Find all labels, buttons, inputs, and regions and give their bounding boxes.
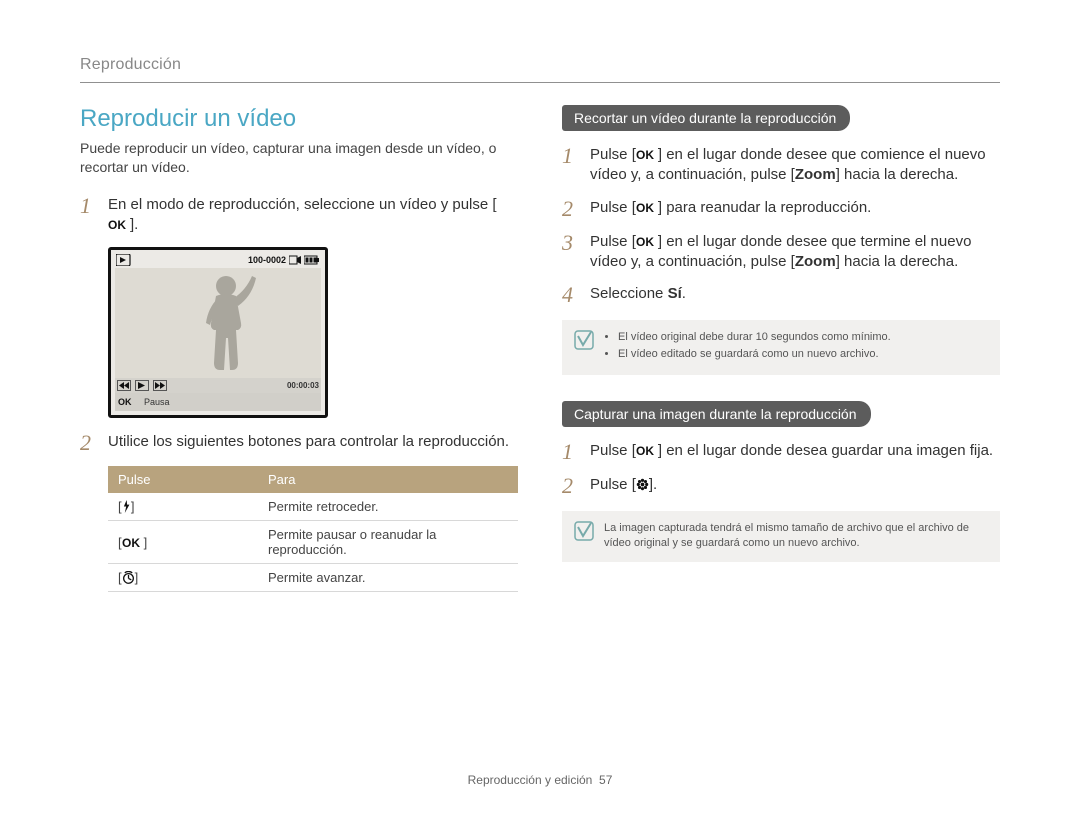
step-number: 2 <box>562 198 580 220</box>
video-icon <box>289 255 301 265</box>
step-text: ] hacia la derecha. <box>836 166 959 183</box>
page: Reproducción Reproducir un vídeo Puede r… <box>0 0 1080 815</box>
zoom-label: Zoom <box>795 166 836 183</box>
step-body: En el modo de reproducción, seleccione u… <box>108 195 518 236</box>
capture-note-box: La imagen capturada tendrá el mismo tama… <box>562 511 1000 562</box>
trim-step-2: 2 Pulse [ ] para reanudar la reproducción… <box>562 198 1000 220</box>
step-number: 1 <box>562 145 580 186</box>
controls-table: Pulse Para [] Permite retroceder. [] Per… <box>108 466 518 592</box>
step-text: . <box>682 285 686 302</box>
left-step-2: 2 Utilice los siguientes botones para co… <box>80 432 518 454</box>
rewind-icon <box>117 380 131 391</box>
step-text: Pulse [ <box>590 476 636 493</box>
zoom-label: Zoom <box>795 253 836 270</box>
step-text: Pulse [ <box>590 233 636 250</box>
macro-flower-icon <box>636 478 649 491</box>
ok-icon <box>636 201 658 215</box>
capture-step-2: 2 Pulse []. <box>562 475 1000 497</box>
subsection-heading-capture: Capturar una imagen durante la reproducc… <box>562 401 871 427</box>
step-number: 1 <box>562 441 580 463</box>
step-body: Pulse []. <box>590 475 1000 497</box>
note-icon <box>574 330 594 350</box>
battery-icon <box>304 255 320 265</box>
step-text: Pulse [ <box>590 146 636 163</box>
two-columns: Reproducir un vídeo Puede reproducir un … <box>80 105 1000 592</box>
intro-text: Puede reproducir un vídeo, capturar una … <box>80 139 518 177</box>
header-rule <box>80 82 1000 83</box>
step-body: Pulse [ ] para reanudar la reproducción. <box>590 198 1000 220</box>
step-number: 1 <box>80 195 98 236</box>
trim-step-4: 4 Seleccione Sí. <box>562 284 1000 306</box>
table-header: Pulse <box>108 466 258 493</box>
forward-icon <box>153 380 167 391</box>
file-counter: 100-0002 <box>248 255 286 265</box>
capture-step-1: 1 Pulse [ ] en el lugar donde desea guard… <box>562 441 1000 463</box>
ok-icon <box>122 536 144 550</box>
table-header: Para <box>258 466 518 493</box>
step-number: 2 <box>562 475 580 497</box>
pause-label: Pausa <box>144 397 170 407</box>
person-silhouette-icon <box>186 268 266 378</box>
right-column: Recortar un vídeo durante la reproducció… <box>562 105 1000 592</box>
table-row: [] Permite pausar o reanudar la reproduc… <box>108 521 518 564</box>
desc-cell: Permite retroceder. <box>258 493 518 521</box>
yes-label: Sí <box>668 285 682 302</box>
step-number: 3 <box>562 232 580 273</box>
footer-section: Reproducción y edición <box>468 773 593 787</box>
flash-icon <box>122 500 131 513</box>
desc-cell: Permite pausar o reanudar la reproducció… <box>258 521 518 564</box>
step-text: ]. <box>130 216 138 233</box>
left-step-1: 1 En el modo de reproducción, seleccione… <box>80 195 518 236</box>
note-text: La imagen capturada tendrá el mismo tama… <box>604 521 988 552</box>
step-body: Pulse [ ] en el lugar donde desea guardar… <box>590 441 1000 463</box>
video-preview: 100-0002 <box>108 247 328 418</box>
step-text: Pulse [ <box>590 442 636 459</box>
note-item: El vídeo editado se guardará como un nue… <box>618 347 891 362</box>
step-text: ] para reanudar la reproducción. <box>658 199 871 216</box>
step-text: ] hacia la derecha. <box>836 253 959 270</box>
step-number: 4 <box>562 284 580 306</box>
note-icon <box>574 521 594 541</box>
trim-step-1: 1 Pulse [] en el lugar donde desee que c… <box>562 145 1000 186</box>
timer-icon <box>122 571 135 584</box>
left-column: Reproducir un vídeo Puede reproducir un … <box>80 105 518 592</box>
preview-image <box>115 268 321 378</box>
step-text: Seleccione <box>590 285 668 302</box>
ok-icon <box>108 218 130 232</box>
step-body: Seleccione Sí. <box>590 284 1000 306</box>
button-cell: [] <box>108 521 258 564</box>
play-mode-icon <box>116 254 144 266</box>
step-body: Utilice los siguientes botones para cont… <box>108 432 518 454</box>
table-row: [] Permite avanzar. <box>108 564 518 592</box>
trim-note-box: El vídeo original debe durar 10 segundos… <box>562 320 1000 375</box>
preview-controls: 00:00:03 <box>115 378 321 393</box>
section-heading: Reproducir un vídeo <box>80 105 518 133</box>
step-text: En el modo de reproducción, seleccione u… <box>108 196 497 213</box>
preview-footer: Pausa <box>115 393 321 411</box>
step-body: Pulse [] en el lugar donde desee que com… <box>590 145 1000 186</box>
step-text: ]. <box>649 476 657 493</box>
step-text: ] en el lugar donde desea guardar una im… <box>658 442 993 459</box>
play-icon <box>135 380 149 391</box>
desc-cell: Permite avanzar. <box>258 564 518 592</box>
step-body: Pulse [] en el lugar donde desee que ter… <box>590 232 1000 273</box>
button-cell: [] <box>108 493 258 521</box>
page-number: 57 <box>599 773 612 787</box>
ok-icon <box>636 235 658 249</box>
step-number: 2 <box>80 432 98 454</box>
preview-topbar: 100-0002 <box>115 254 321 268</box>
ok-icon <box>118 397 135 408</box>
ok-icon <box>636 444 658 458</box>
subsection-heading-trim: Recortar un vídeo durante la reproducció… <box>562 105 850 131</box>
breadcrumb: Reproducción <box>80 56 1000 74</box>
page-footer: Reproducción y edición 57 <box>0 773 1080 787</box>
trim-step-3: 3 Pulse [] en el lugar donde desee que t… <box>562 232 1000 273</box>
note-item: El vídeo original debe durar 10 segundos… <box>618 330 891 345</box>
table-row: [] Permite retroceder. <box>108 493 518 521</box>
button-cell: [] <box>108 564 258 592</box>
step-text: Pulse [ <box>590 199 636 216</box>
ok-icon <box>636 148 658 162</box>
preview-time: 00:00:03 <box>287 381 319 390</box>
